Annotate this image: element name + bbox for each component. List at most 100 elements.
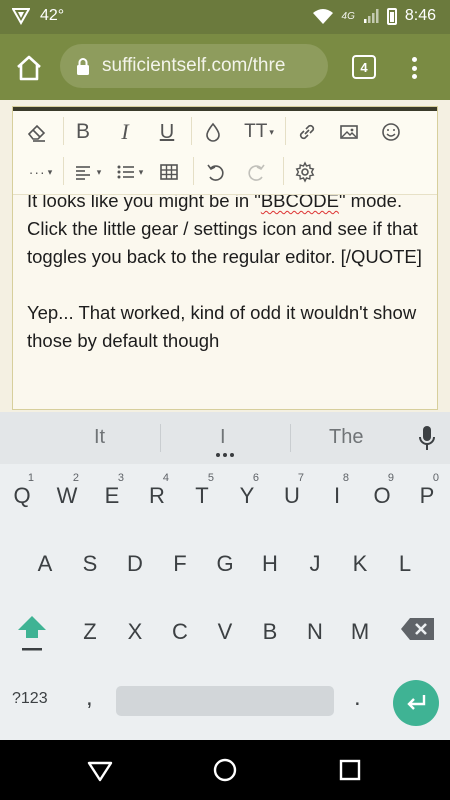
- toolbar-separator: [285, 117, 286, 145]
- suggestion-right[interactable]: The: [329, 426, 363, 449]
- key-label: I: [333, 483, 341, 508]
- key-t[interactable]: T5: [182, 470, 222, 522]
- key-hint: 6: [252, 472, 259, 484]
- home-nav-icon[interactable]: [212, 757, 238, 783]
- align-button[interactable]: ▾: [67, 157, 107, 187]
- menu-dot: [411, 57, 417, 62]
- key-j[interactable]: J: [295, 538, 335, 590]
- comma-key[interactable]: ,: [86, 684, 93, 712]
- key-k[interactable]: K: [340, 538, 380, 590]
- key-q[interactable]: Q1: [2, 470, 42, 522]
- enter-button[interactable]: [393, 680, 439, 726]
- key-label: R: [149, 483, 165, 508]
- table-button[interactable]: [153, 157, 185, 187]
- key-p[interactable]: P0: [407, 470, 447, 522]
- key-n[interactable]: N: [295, 606, 335, 658]
- system-navigation-bar: [0, 740, 450, 800]
- menu-dot: [411, 65, 417, 71]
- dot: [230, 453, 234, 457]
- key-hint: 4: [162, 472, 169, 484]
- key-a[interactable]: A: [25, 538, 65, 590]
- key-d[interactable]: D: [115, 538, 155, 590]
- home-icon[interactable]: [14, 53, 44, 83]
- key-v[interactable]: V: [205, 606, 245, 658]
- lock-icon: [77, 58, 89, 75]
- clock-text: 8:46: [404, 7, 436, 24]
- key-hint: 9: [387, 472, 394, 484]
- shift-icon[interactable]: [14, 608, 50, 658]
- suggestion-more-dots[interactable]: [216, 453, 234, 457]
- web-page: It looks like you might be in "BBCODE" m…: [0, 100, 450, 412]
- menu-dot: [411, 74, 417, 79]
- key-e[interactable]: E3: [92, 470, 132, 522]
- key-h[interactable]: H: [250, 538, 290, 590]
- key-y[interactable]: Y6: [227, 470, 267, 522]
- toolbar-row: ··· ▾ ▾ ▾: [13, 151, 437, 191]
- editor-content[interactable]: It looks like you might be in "BBCODE" m…: [27, 187, 427, 355]
- network-type-text: 4G: [341, 10, 355, 22]
- key-hint: 5: [207, 472, 214, 484]
- spacebar[interactable]: [116, 686, 334, 716]
- text-size-button[interactable]: TT ▾: [239, 117, 279, 147]
- toolbar-separator: [193, 157, 194, 185]
- redo-button[interactable]: [241, 157, 273, 187]
- tab-switcher-button[interactable]: 4: [352, 55, 376, 79]
- list-button[interactable]: ▾: [109, 157, 149, 187]
- url-bar[interactable]: sufficientself.com/thre: [60, 44, 328, 88]
- key-b[interactable]: B: [250, 606, 290, 658]
- key-r[interactable]: R4: [137, 470, 177, 522]
- key-label: U: [284, 483, 300, 508]
- key-x[interactable]: X: [115, 606, 155, 658]
- recents-icon[interactable]: [337, 757, 363, 783]
- bold-button[interactable]: B: [67, 117, 99, 147]
- key-c[interactable]: C: [160, 606, 200, 658]
- dot: [223, 453, 227, 457]
- image-button[interactable]: [333, 117, 365, 147]
- key-l[interactable]: L: [385, 538, 425, 590]
- eraser-button[interactable]: [21, 117, 53, 147]
- key-i[interactable]: I8: [317, 470, 357, 522]
- suggestion-left[interactable]: It: [94, 426, 105, 449]
- wifi-icon: [312, 9, 333, 24]
- link-button[interactable]: [291, 117, 323, 147]
- key-m[interactable]: M: [340, 606, 380, 658]
- editor-toolbar: B I U TT ▾ ··· ▾ ▾ ▾: [13, 111, 437, 195]
- key-o[interactable]: O9: [362, 470, 402, 522]
- toolbar-separator: [283, 157, 284, 185]
- key-f[interactable]: F: [160, 538, 200, 590]
- toolbar-row: B I U TT ▾: [13, 111, 437, 151]
- overflow-menu-button[interactable]: [404, 54, 424, 82]
- key-s[interactable]: S: [70, 538, 110, 590]
- rich-text-editor[interactable]: It looks like you might be in "BBCODE" m…: [12, 106, 438, 410]
- key-w[interactable]: W2: [47, 470, 87, 522]
- toolbar-separator: [191, 117, 192, 145]
- italic-button[interactable]: I: [109, 117, 141, 147]
- more-options-button[interactable]: ··· ▾: [19, 157, 63, 187]
- backspace-icon[interactable]: [400, 616, 436, 642]
- text-size-label: TT: [244, 121, 268, 142]
- settings-button[interactable]: [289, 157, 321, 187]
- key-z[interactable]: Z: [70, 606, 110, 658]
- back-icon[interactable]: [87, 757, 113, 783]
- redo-icon: [248, 164, 265, 181]
- emoji-button[interactable]: [375, 117, 407, 147]
- key-label: W: [56, 483, 78, 508]
- period-key[interactable]: .: [354, 684, 361, 712]
- key-u[interactable]: U7: [272, 470, 312, 522]
- suggestion-separator: [160, 424, 161, 452]
- key-label: E: [104, 483, 120, 508]
- suggestion-center[interactable]: I: [220, 426, 226, 449]
- key-hint: 3: [117, 472, 124, 484]
- microphone-icon[interactable]: [418, 425, 436, 451]
- symbols-key[interactable]: ?123: [12, 690, 48, 708]
- undo-icon: [207, 164, 224, 181]
- key-g[interactable]: G: [205, 538, 245, 590]
- key-label: Y: [239, 483, 255, 508]
- editor-paragraph: Yep... That worked, kind of odd it would…: [27, 302, 417, 351]
- undo-button[interactable]: [199, 157, 231, 187]
- key-label: T: [195, 483, 209, 508]
- text-color-button[interactable]: [197, 117, 229, 147]
- key-hint: 2: [72, 472, 79, 484]
- underline-button[interactable]: U: [151, 117, 183, 147]
